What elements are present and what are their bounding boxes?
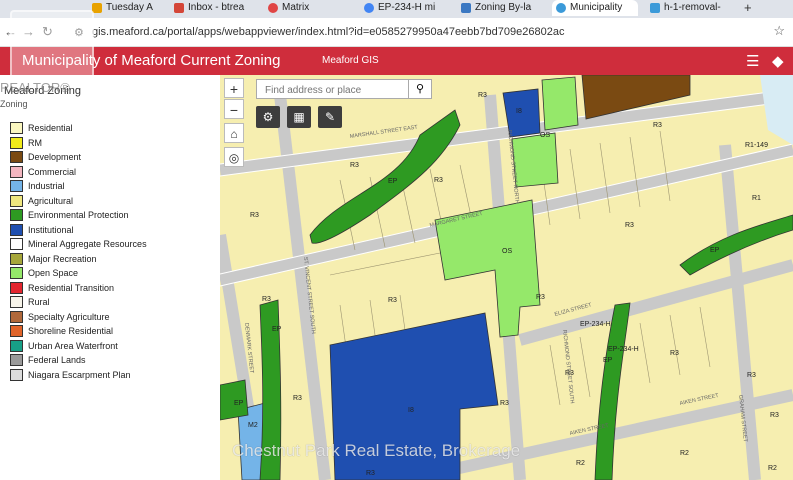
zone-label: R1 <box>752 195 761 202</box>
street-label: RICHMOND STREET SOUTH <box>561 330 575 404</box>
search-box: ⚲ <box>256 79 432 99</box>
zone-label: M2 <box>248 422 258 429</box>
zone-label: I8 <box>408 407 414 414</box>
browser-tab-bar: Tuesday A Inbox - btrea Matrix EP-234-H … <box>0 0 793 18</box>
zone-label: EP <box>710 247 720 254</box>
legend-swatch <box>10 224 23 236</box>
brokerage-watermark: Chestnut Park Real Estate, Brokerage <box>232 441 521 460</box>
zone-label: R3 <box>625 222 634 229</box>
legend-swatch <box>10 151 23 163</box>
browser-tab[interactable]: h-1-removal- <box>646 0 732 16</box>
legend-swatch <box>10 311 23 323</box>
zone-label: I8 <box>516 108 522 115</box>
browser-address-bar: ← → ↻ ⚙ gis.meaford.ca/portal/apps/webap… <box>0 18 793 47</box>
new-tab-button[interactable]: + <box>744 0 752 16</box>
legend-panel: Meaford Zoning Zoning Residential RM Dev… <box>0 75 220 480</box>
browser-tab-active[interactable]: Municipality <box>552 0 638 16</box>
legend-swatch <box>10 137 23 149</box>
list-menu-icon[interactable]: ☰ <box>746 52 759 70</box>
app-header: Municipality of Meaford Current Zoning M… <box>0 47 793 75</box>
water <box>760 75 793 145</box>
legend-swatch <box>10 296 23 308</box>
zoning-map[interactable]: R3 I8 OS R3 R1-149 EP R3 R3 R3 R1 OS R3 … <box>220 75 793 480</box>
legend-swatch <box>10 354 23 366</box>
legend-swatch <box>10 238 23 250</box>
browser-tab[interactable]: Zoning By-la <box>457 0 545 16</box>
street-label: MARSHALL STREET EAST <box>349 124 418 140</box>
app-subtitle: Meaford GIS <box>322 55 379 66</box>
zone-label: R2 <box>768 465 777 472</box>
zone-label: OS <box>540 132 550 139</box>
zoom-out-button[interactable]: − <box>224 99 244 119</box>
realtor-watermark: REALTOR® <box>0 80 70 95</box>
document-icon <box>461 3 471 13</box>
zone-label: R3 <box>262 296 271 303</box>
zone-open-space <box>541 76 579 131</box>
legend-swatch <box>10 195 23 207</box>
zone-label: R2 <box>680 450 689 457</box>
zone-label: R3 <box>366 470 375 477</box>
zone-label: R3 <box>293 395 302 402</box>
zone-label: EP-234-H <box>580 321 611 328</box>
zone-label: R3 <box>670 350 679 357</box>
zone-label: EP <box>388 178 398 185</box>
legend-swatch <box>10 282 23 294</box>
zone-label: R3 <box>388 297 397 304</box>
legend-swatch <box>10 253 23 265</box>
tab-favicon-icon <box>650 3 660 13</box>
legend-swatch <box>10 369 23 381</box>
draw-tool-icon[interactable]: ✎ <box>318 106 342 128</box>
zone-label: R3 <box>250 212 259 219</box>
zone-label: R3 <box>536 294 545 301</box>
locate-button[interactable]: ◎ <box>224 147 244 167</box>
zone-label: EP <box>272 326 282 333</box>
zone-label: R3 <box>350 162 359 169</box>
map-canvas: R3 I8 OS R3 R1-149 EP R3 R3 R3 R1 OS R3 … <box>220 75 793 480</box>
tab-favicon-icon <box>268 3 278 13</box>
zone-environmental-protection <box>594 302 631 480</box>
legend-subtitle: Zoning <box>0 99 28 109</box>
google-icon <box>364 3 374 13</box>
legend-swatch <box>10 209 23 221</box>
zone-label: EP <box>234 400 244 407</box>
zone-label: R3 <box>500 400 509 407</box>
layers-icon[interactable]: ◆ <box>772 52 784 70</box>
legend-swatch <box>10 166 23 178</box>
search-input[interactable] <box>263 84 407 97</box>
tab-favicon-icon <box>556 3 566 13</box>
legend-swatch <box>10 325 23 337</box>
zone-label: EP <box>603 357 613 364</box>
print-tool-icon[interactable]: ▦ <box>287 106 311 128</box>
zone-label: R3 <box>747 372 756 379</box>
zoom-in-button[interactable]: + <box>224 78 244 98</box>
zone-open-space <box>511 132 559 188</box>
browser-tab[interactable]: Inbox - btrea <box>170 0 260 16</box>
zone-label: R3 <box>653 122 662 129</box>
legend-swatch <box>10 267 23 279</box>
zone-label: R2 <box>576 460 585 467</box>
search-icon[interactable]: ⚲ <box>408 80 431 98</box>
browser-tab[interactable]: EP-234-H mi <box>360 0 450 16</box>
legend-swatch <box>10 180 23 192</box>
zone-label: EP-234-H <box>608 346 639 353</box>
url-text[interactable]: gis.meaford.ca/portal/apps/webappviewer/… <box>92 26 564 38</box>
zone-label: R1-149 <box>745 142 768 149</box>
browser-tab[interactable]: Tuesday A <box>88 0 154 16</box>
legend-swatch <box>10 340 23 352</box>
street-label: AIKEN STREET <box>679 393 720 407</box>
zone-label: R3 <box>434 177 443 184</box>
bookmark-star-icon[interactable]: ☆ <box>773 23 785 39</box>
home-button[interactable]: ⌂ <box>224 123 244 143</box>
zone-label: OS <box>502 248 512 255</box>
gmail-icon <box>174 3 184 13</box>
zone-label: R3 <box>478 92 487 99</box>
legend-swatch <box>10 122 23 134</box>
zone-label: R3 <box>770 412 779 419</box>
browser-tab[interactable]: Matrix <box>264 0 350 16</box>
measure-tool-icon[interactable]: ⚙ <box>256 106 280 128</box>
realtor-logo <box>10 10 94 84</box>
